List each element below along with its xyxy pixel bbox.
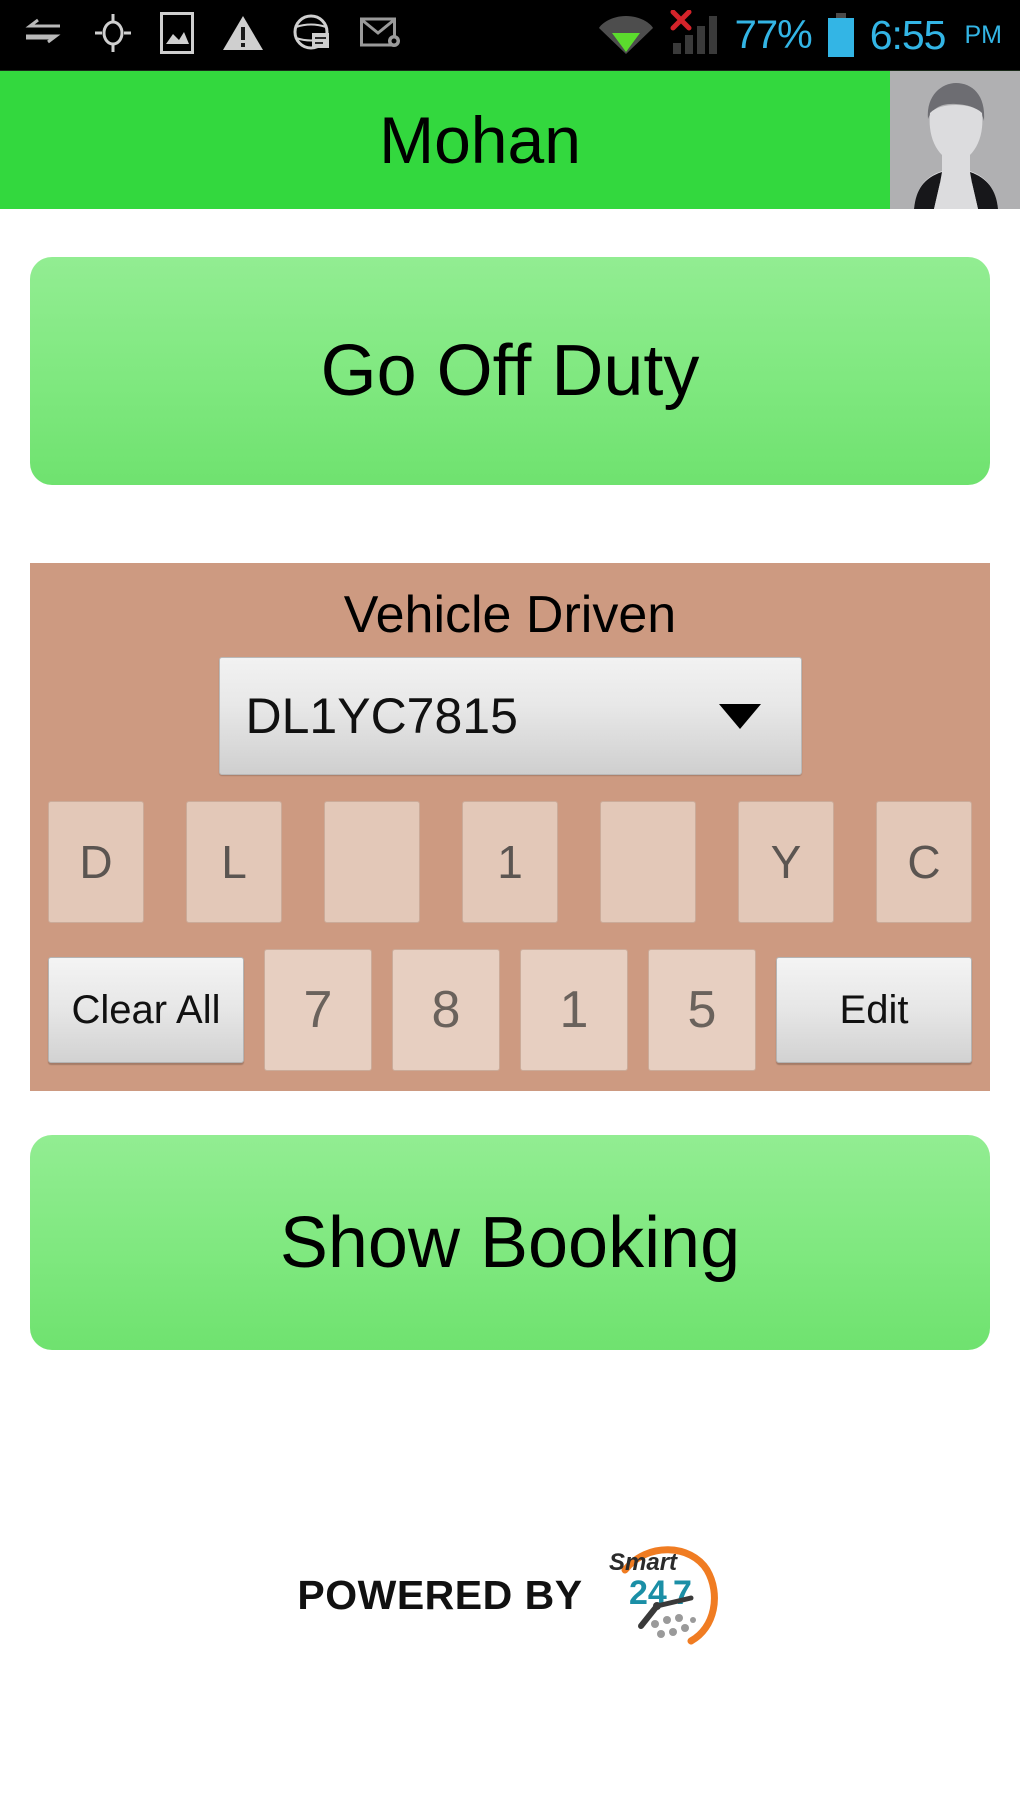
svg-text:7: 7 — [673, 1574, 692, 1612]
footer: POWERED BY Smart 24 7 — [30, 1540, 990, 1650]
letter-box[interactable] — [600, 801, 696, 923]
main-content: Go Off Duty Vehicle Driven DL1YC7815 D L… — [0, 257, 1020, 1650]
wifi-icon — [597, 10, 655, 61]
edit-button[interactable]: Edit — [776, 957, 972, 1063]
powered-by-label: POWERED BY — [297, 1571, 583, 1618]
number-box[interactable]: 7 — [264, 949, 372, 1071]
clear-all-button[interactable]: Clear All — [48, 957, 244, 1063]
email-envelope-icon — [360, 17, 402, 54]
letter-box[interactable] — [324, 801, 420, 923]
user-avatar[interactable] — [890, 71, 1020, 209]
clock-ampm: PM — [964, 20, 1003, 49]
battery-icon — [827, 13, 854, 57]
status-bar-notification-icons — [22, 11, 597, 59]
warning-triangle-icon — [222, 14, 264, 57]
vehicle-driven-panel: Vehicle Driven DL1YC7815 D L 1 Y C Clear… — [30, 563, 990, 1091]
number-box[interactable]: 8 — [392, 949, 500, 1071]
chevron-down-icon — [718, 703, 761, 729]
number-box[interactable]: 5 — [648, 949, 756, 1071]
letter-box[interactable]: 1 — [462, 801, 558, 923]
vehicle-letter-boxes: D L 1 Y C — [48, 801, 972, 923]
svg-text:Smart: Smart — [609, 1549, 678, 1576]
number-box[interactable]: 1 — [520, 949, 628, 1071]
cellular-signal-no-service-icon — [669, 9, 721, 61]
vehicle-driven-label: Vehicle Driven — [343, 586, 677, 644]
letter-box[interactable]: D — [48, 801, 144, 923]
browser-globe-icon — [292, 13, 332, 58]
page-title: Mohan — [379, 103, 581, 177]
gps-location-icon — [94, 13, 132, 58]
battery-percent-label: 77% — [734, 13, 813, 57]
letter-box[interactable]: C — [876, 801, 972, 923]
app-header: Mohan — [0, 71, 1020, 209]
letter-box[interactable]: Y — [738, 801, 834, 923]
vehicle-select-dropdown[interactable]: DL1YC7815 — [218, 657, 802, 775]
status-bar[interactable]: 77% 6:55 PM — [0, 0, 1020, 71]
gallery-image-icon — [160, 11, 194, 59]
vehicle-number-row: Clear All 7 8 1 5 Edit — [48, 949, 972, 1071]
go-off-duty-button[interactable]: Go Off Duty — [30, 257, 990, 485]
clock-time: 6:55 — [869, 11, 947, 58]
status-bar-system-icons: 77% 6:55 PM — [597, 9, 1003, 61]
smart247-logo: Smart 24 7 — [595, 1540, 723, 1650]
show-booking-button[interactable]: Show Booking — [30, 1135, 990, 1350]
letter-box[interactable]: L — [186, 801, 282, 923]
vehicle-select-value: DL1YC7815 — [245, 688, 518, 744]
sync-arrows-icon — [22, 16, 66, 55]
